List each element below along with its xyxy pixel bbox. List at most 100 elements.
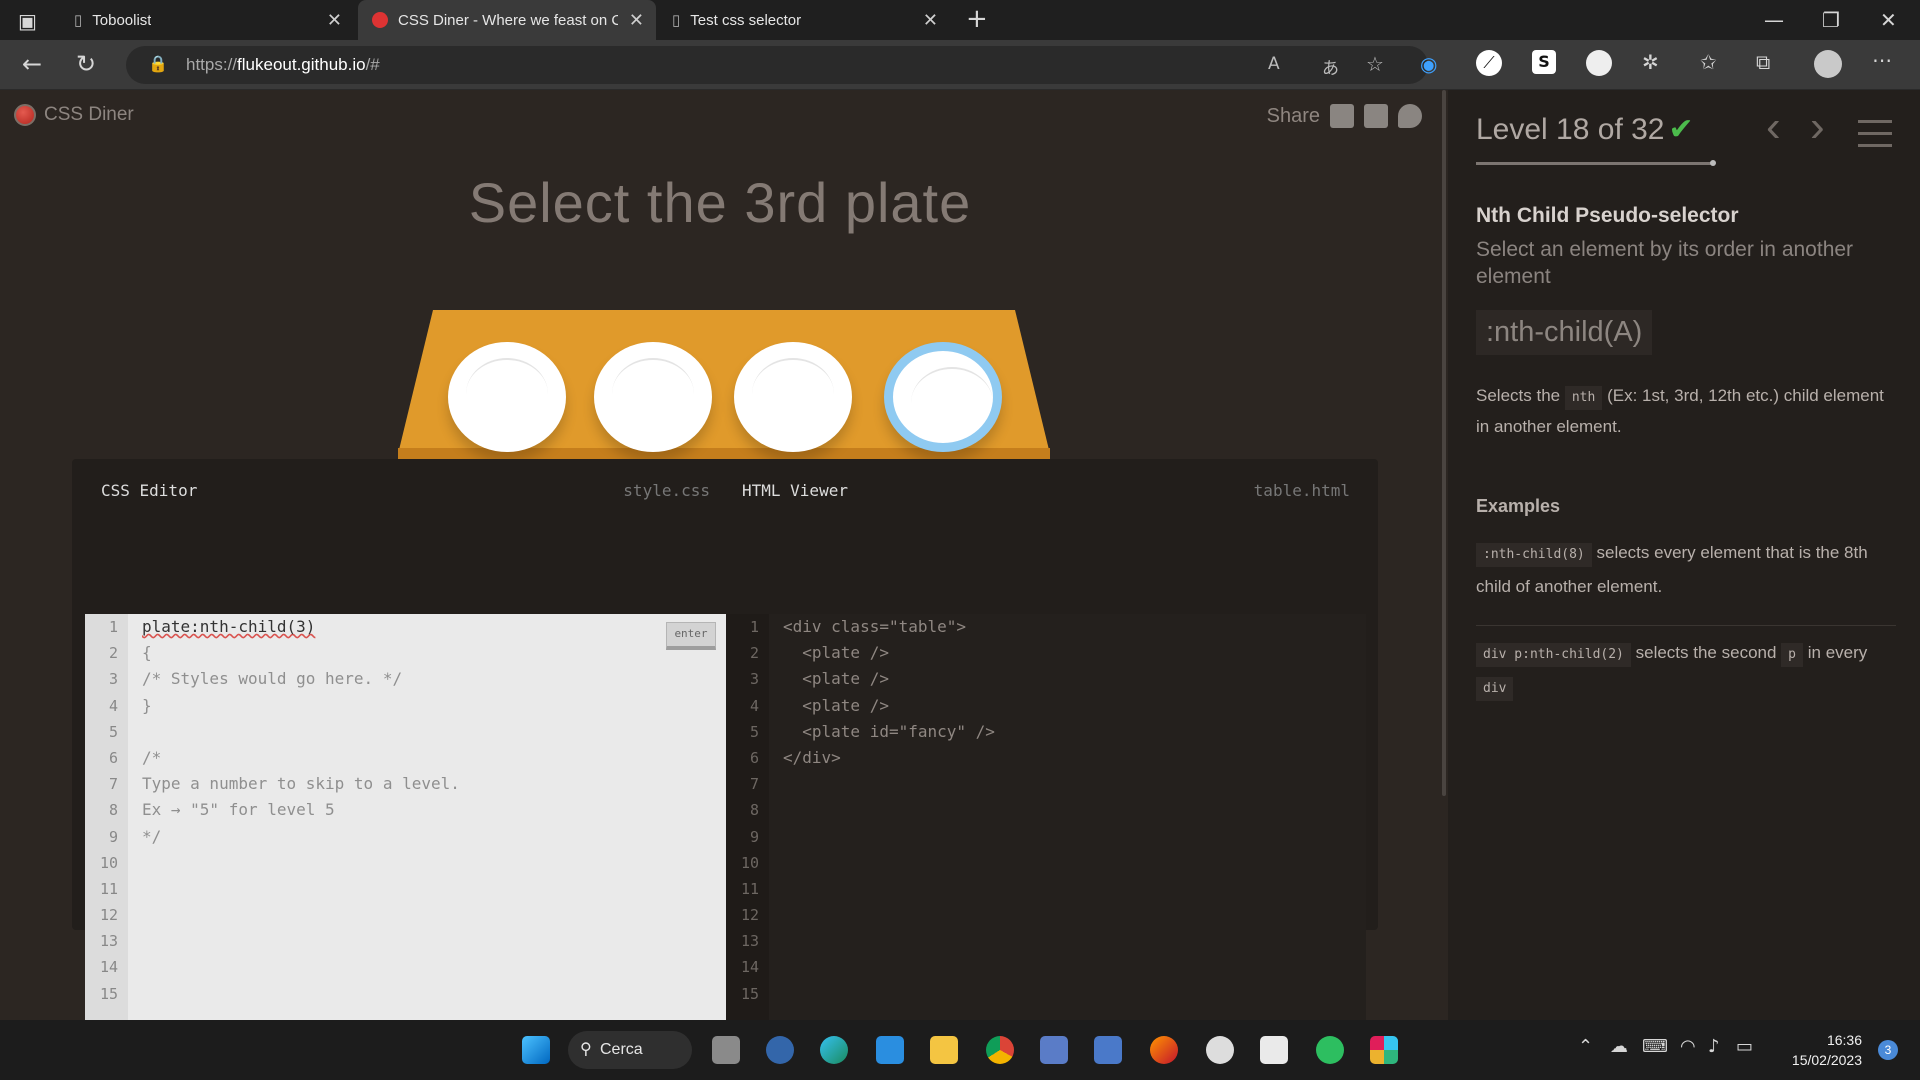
extensions-icon[interactable]: ✲ bbox=[1642, 50, 1659, 74]
tab-test-css-selector[interactable]: ▯ Test css selector ✕ bbox=[660, 0, 950, 40]
code-line: <plate id="fancy" /> bbox=[783, 721, 995, 741]
close-icon[interactable]: ✕ bbox=[327, 10, 342, 31]
collections-icon[interactable]: ⧉ bbox=[1756, 50, 1770, 74]
tab-toboolist[interactable]: ▯ Toboolist ✕ bbox=[64, 0, 354, 40]
favorite-add-icon[interactable]: ☆ bbox=[1366, 52, 1384, 76]
more-icon[interactable]: ⋯ bbox=[1872, 48, 1892, 72]
vscode-icon[interactable] bbox=[876, 1036, 904, 1064]
system-clock[interactable]: 16:36 15/02/2023 bbox=[1792, 1030, 1862, 1070]
prev-level-button[interactable]: ‹ bbox=[1766, 102, 1781, 152]
enter-button[interactable]: enter bbox=[666, 622, 716, 650]
facebook-icon[interactable] bbox=[1364, 104, 1388, 128]
line-number: 7 bbox=[108, 775, 118, 794]
file-explorer-icon[interactable] bbox=[930, 1036, 958, 1064]
profile-icon[interactable] bbox=[1814, 50, 1842, 78]
terminal-icon[interactable] bbox=[1260, 1036, 1288, 1064]
plate-2[interactable] bbox=[594, 342, 712, 452]
line-number: 12 bbox=[99, 906, 118, 925]
css-editor-panel[interactable]: 1 2 3 4 5 6 7 8 9 10 11 12 13 14 15 plate:nth-child(3)… bbox=[85, 614, 726, 1020]
tab-css-diner[interactable]: CSS Diner - Where we feast on C ✕ bbox=[358, 0, 656, 40]
extension-icon[interactable]: S bbox=[1532, 50, 1556, 74]
css-input-line[interactable]: plate:nth-child(3) bbox=[142, 614, 460, 640]
brand-label: CSS Diner bbox=[44, 104, 134, 125]
new-tab-button[interactable]: + bbox=[966, 4, 988, 34]
notepad-icon[interactable] bbox=[1040, 1036, 1068, 1064]
brand[interactable]: CSS Diner bbox=[14, 104, 134, 126]
firefox-icon[interactable] bbox=[1150, 1036, 1178, 1064]
close-window-icon[interactable]: ✕ bbox=[1880, 8, 1897, 32]
page-scrollbar[interactable] bbox=[1440, 90, 1448, 1020]
edge-icon[interactable] bbox=[820, 1036, 848, 1064]
selector-syntax: :nth-child(A) bbox=[1476, 310, 1653, 355]
css-code[interactable]: plate:nth-child(3) {/* Styles would go he… bbox=[142, 614, 460, 1007]
line-number: 11 bbox=[740, 879, 759, 898]
tab-actions-icon[interactable]: ▣ bbox=[18, 9, 37, 33]
restore-icon[interactable]: ❐ bbox=[1822, 8, 1840, 32]
wifi-icon[interactable]: ◠ bbox=[1680, 1036, 1696, 1057]
line-number: 11 bbox=[99, 879, 118, 898]
code-line: <plate /> bbox=[783, 669, 889, 689]
reload-icon[interactable]: ↻ bbox=[76, 50, 96, 78]
code-line: /* bbox=[142, 747, 162, 767]
line-number: 12 bbox=[740, 906, 759, 925]
notification-badge[interactable]: 3 bbox=[1878, 1040, 1898, 1060]
next-level-button[interactable]: › bbox=[1810, 102, 1825, 152]
back-icon[interactable]: ← bbox=[22, 50, 42, 78]
selector-subheading: Select an element by its order in anothe… bbox=[1476, 238, 1854, 288]
read-aloud-icon[interactable]: A bbox=[1268, 54, 1280, 74]
divider bbox=[1476, 625, 1896, 626]
css-diner-favicon bbox=[372, 12, 388, 28]
taskbar-search[interactable]: ⚲ Cerca bbox=[568, 1031, 692, 1069]
code-line: */ bbox=[142, 826, 162, 846]
evernote-icon[interactable] bbox=[1316, 1036, 1344, 1064]
scrollbar-thumb[interactable] bbox=[1442, 90, 1446, 796]
onedrive-icon[interactable]: ☁ bbox=[1610, 1036, 1628, 1057]
volume-icon[interactable]: ♪ bbox=[1708, 1036, 1720, 1057]
desc-text: Selects the bbox=[1476, 386, 1561, 405]
url-field[interactable]: 🔒 https://flukeout.github.io/# A あ ☆ bbox=[126, 46, 1428, 84]
code-tag: nth bbox=[1564, 386, 1603, 410]
favorites-icon[interactable]: ✩ bbox=[1700, 50, 1717, 74]
selector-description: Selects the nth (Ex: 1st, 3rd, 12th etc.… bbox=[1476, 380, 1896, 442]
minimize-icon[interactable]: — bbox=[1764, 8, 1784, 32]
slack-icon[interactable] bbox=[1370, 1036, 1398, 1064]
twitter-icon[interactable] bbox=[1398, 104, 1422, 128]
html-viewer-panel: 1 2 3 4 5 6 7 8 9 10 11 12 13 14 15 <div class="table"… bbox=[726, 614, 1366, 1020]
search-icon: ⚲ bbox=[580, 1041, 592, 1058]
clock-app-icon[interactable] bbox=[1206, 1036, 1234, 1064]
url-text: https://flukeout.github.io/# bbox=[186, 55, 380, 75]
progress-knob bbox=[1710, 160, 1716, 166]
app-icon[interactable] bbox=[1094, 1036, 1122, 1064]
keyboard-icon[interactable]: ⌨ bbox=[1642, 1036, 1668, 1057]
line-number: 15 bbox=[99, 984, 118, 1003]
extension-icon[interactable]: ⟋ bbox=[1476, 50, 1502, 76]
code-tag: p bbox=[1781, 643, 1803, 667]
start-icon[interactable] bbox=[522, 1036, 550, 1064]
plate-3[interactable] bbox=[734, 342, 852, 452]
close-icon[interactable]: ✕ bbox=[923, 10, 938, 31]
line-number: 10 bbox=[99, 853, 118, 872]
css-filename: style.css bbox=[623, 481, 710, 500]
email-icon[interactable] bbox=[1330, 104, 1354, 128]
line-number: 6 bbox=[749, 748, 759, 767]
level-menu-icon[interactable] bbox=[1858, 120, 1892, 156]
task-view-icon[interactable] bbox=[712, 1036, 740, 1064]
line-number: 4 bbox=[749, 696, 759, 715]
plate-fancy[interactable] bbox=[884, 342, 1002, 452]
example-1: :nth-child(8) selects every element that… bbox=[1476, 536, 1896, 604]
chrome-icon[interactable] bbox=[986, 1036, 1014, 1064]
widgets-icon[interactable] bbox=[766, 1036, 794, 1064]
plate-1[interactable] bbox=[448, 342, 566, 452]
translate-icon[interactable]: あ bbox=[1322, 54, 1339, 79]
tray-chevron-icon[interactable]: ⌃ bbox=[1578, 1036, 1593, 1057]
extension-icon[interactable]: ◉ bbox=[1420, 52, 1437, 76]
extension-icon[interactable] bbox=[1586, 50, 1612, 76]
code-line: <plate /> bbox=[783, 643, 889, 663]
line-numbers: 1 2 3 4 5 6 7 8 9 10 11 12 13 14 15 bbox=[85, 614, 128, 1020]
share-label: Share bbox=[1266, 104, 1320, 127]
battery-icon[interactable]: ▭ bbox=[1736, 1036, 1753, 1057]
close-icon[interactable]: ✕ bbox=[629, 10, 644, 31]
